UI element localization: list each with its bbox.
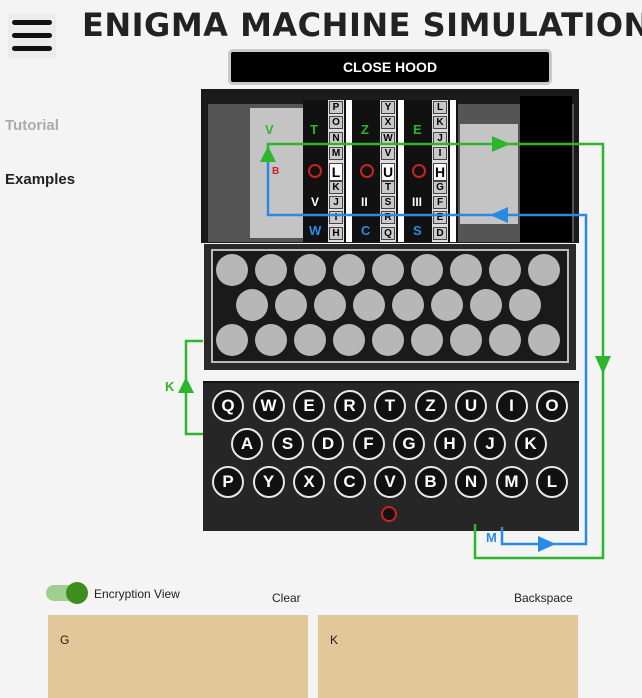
encryption-view-toggle[interactable]: [46, 582, 88, 604]
output-wire-label: M: [486, 530, 497, 545]
blue-wire-path: [266, 160, 588, 546]
clear-button[interactable]: Clear: [272, 591, 301, 605]
toggle-knob: [66, 582, 88, 604]
output-text-box[interactable]: K: [318, 615, 578, 698]
backspace-button[interactable]: Backspace: [514, 591, 573, 605]
input-text-box[interactable]: G: [48, 615, 308, 698]
input-wire-label: K: [165, 379, 175, 394]
encryption-view-label: Encryption View: [94, 587, 180, 601]
arrow-icon: [178, 136, 611, 552]
green-wire-path: [266, 142, 605, 560]
